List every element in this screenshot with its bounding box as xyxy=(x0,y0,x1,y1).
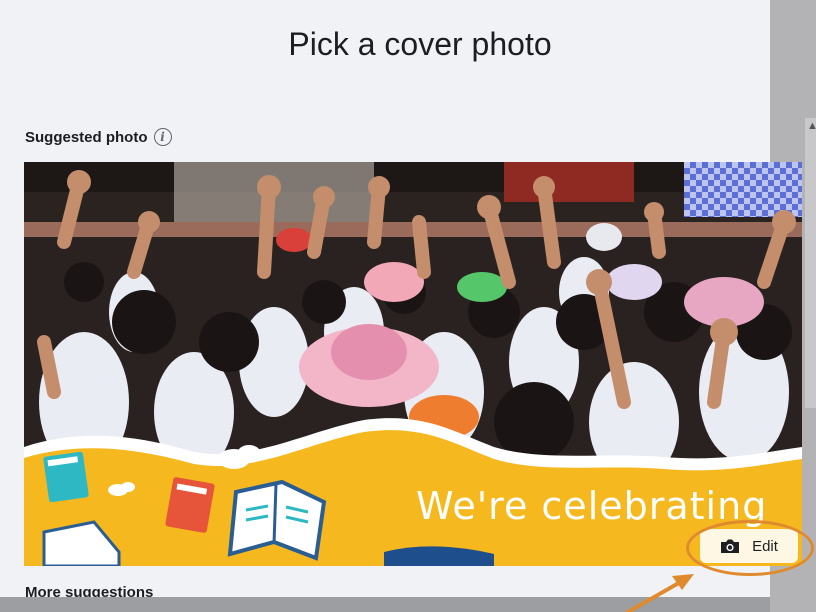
banner-text: We're celebrating xyxy=(416,484,768,528)
info-icon[interactable]: i xyxy=(153,128,172,146)
edit-cover-button[interactable]: Edit xyxy=(700,529,798,563)
scroll-up-icon[interactable]: ▲ xyxy=(807,120,816,132)
background-scrollbar[interactable] xyxy=(805,118,816,408)
camera-icon xyxy=(721,539,740,553)
suggested-photo-heading: Suggested photo i xyxy=(25,128,172,146)
dialog-title: Pick a cover photo xyxy=(288,26,552,62)
suggested-photo-label: Suggested photo xyxy=(25,128,148,146)
dialog-footer-shadow xyxy=(0,597,770,612)
suggested-cover-photo[interactable]: We're celebrating xyxy=(24,162,802,566)
cover-photo-dialog: Pick a cover photo Suggested photo i We'… xyxy=(0,0,802,601)
edit-label: Edit xyxy=(752,537,778,555)
